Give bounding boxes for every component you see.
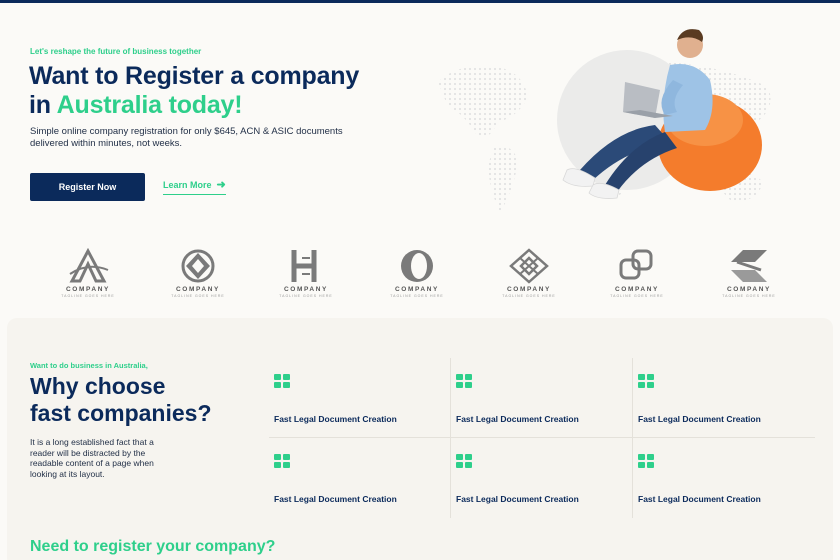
- hero-eyebrow: Let's reshape the future of business tog…: [30, 47, 202, 56]
- partner-logo: COMPANY TAGLINE GOES HERE: [602, 248, 672, 306]
- feature-card[interactable]: Fast Legal Document Creation: [451, 438, 633, 518]
- grid-icon: [274, 454, 290, 468]
- logo-wordmark: COMPANY: [176, 286, 220, 293]
- logo-tagline: TAGLINE GOES HERE: [61, 294, 115, 298]
- features-title-line1: Why choose: [30, 373, 166, 399]
- feature-card[interactable]: Fast Legal Document Creation: [633, 438, 815, 518]
- hero-subtitle: Simple online company registration for o…: [30, 126, 343, 149]
- partner-logo: COMPANY TAGLINE GOES HERE: [271, 248, 341, 306]
- feature-label: Fast Legal Document Creation: [638, 414, 761, 424]
- feature-card[interactable]: Fast Legal Document Creation: [451, 358, 633, 438]
- learn-more-link[interactable]: Learn More ➜: [163, 178, 226, 195]
- arrow-right-icon: ➜: [216, 178, 226, 191]
- chevron-s-logo-icon: [731, 250, 767, 282]
- logo-wordmark: COMPANY: [395, 286, 439, 293]
- man-with-laptop-illustration: [557, 29, 762, 199]
- logo-wordmark: COMPANY: [284, 286, 328, 293]
- feature-card[interactable]: Fast Legal Document Creation: [269, 358, 451, 438]
- logo-tagline: TAGLINE GOES HERE: [171, 294, 225, 298]
- grid-icon: [638, 374, 654, 388]
- feature-label: Fast Legal Document Creation: [638, 494, 761, 504]
- hero-title: Want to Register a company in Australia …: [29, 62, 359, 120]
- hero-title-highlight: Australia today!: [56, 91, 243, 119]
- feature-card[interactable]: Fast Legal Document Creation: [633, 358, 815, 438]
- feature-label: Fast Legal Document Creation: [456, 414, 579, 424]
- lattice-logo-icon: [509, 248, 549, 284]
- hero-title-line1: Want to Register a company: [29, 62, 360, 90]
- feature-label: Fast Legal Document Creation: [274, 494, 397, 504]
- hero-title-prefix: in: [29, 91, 57, 119]
- feature-label: Fast Legal Document Creation: [274, 414, 397, 424]
- diamond-ring-logo-icon: [181, 249, 215, 283]
- logo-tagline: TAGLINE GOES HERE: [279, 294, 333, 298]
- features-body: It is a long established fact that a rea…: [30, 437, 154, 479]
- features-grid: Fast Legal Document Creation Fast Legal …: [269, 358, 815, 518]
- features-eyebrow: Want to do business in Australia,: [30, 361, 148, 370]
- grid-icon: [456, 454, 472, 468]
- logo-wordmark: COMPANY: [507, 286, 551, 293]
- logo-tagline: TAGLINE GOES HERE: [722, 294, 776, 298]
- partner-logo: COMPANY TAGLINE GOES HERE: [494, 248, 564, 306]
- why-choose-section: Want to do business in Australia, Why ch…: [7, 318, 833, 560]
- partner-logo: COMPANY TAGLINE GOES HERE: [163, 248, 233, 306]
- partner-logos-row: COMPANY TAGLINE GOES HERE COMPANY TAGLIN…: [0, 240, 840, 306]
- feature-card[interactable]: Fast Legal Document Creation: [269, 438, 451, 518]
- logo-wordmark: COMPANY: [66, 286, 110, 293]
- logo-tagline: TAGLINE GOES HERE: [502, 294, 556, 298]
- features-title-line2: fast companies?: [30, 400, 212, 426]
- logo-tagline: TAGLINE GOES HERE: [390, 294, 444, 298]
- triangle-logo-icon: [69, 248, 109, 283]
- logo-wordmark: COMPANY: [615, 286, 659, 293]
- learn-more-label: Learn More: [163, 180, 212, 190]
- partner-logo: COMPANY TAGLINE GOES HERE: [53, 248, 123, 306]
- partner-logo: COMPANY TAGLINE GOES HERE: [714, 248, 784, 306]
- features-title: Why choose fast companies?: [30, 373, 212, 427]
- partner-logo: COMPANY TAGLINE GOES HERE: [382, 248, 452, 306]
- logo-wordmark: COMPANY: [727, 286, 771, 293]
- register-now-button[interactable]: Register Now: [30, 173, 145, 201]
- hero-section: Let's reshape the future of business tog…: [0, 0, 840, 235]
- logo-tagline: TAGLINE GOES HERE: [610, 294, 664, 298]
- h-letter-logo-icon: [291, 250, 317, 282]
- grid-icon: [274, 374, 290, 388]
- swirl-logo-icon: [401, 250, 433, 282]
- register-cta-heading: Need to register your company?: [30, 538, 276, 555]
- feature-label: Fast Legal Document Creation: [456, 494, 579, 504]
- grid-icon: [638, 454, 654, 468]
- linked-squares-logo-icon: [619, 249, 653, 280]
- grid-icon: [456, 374, 472, 388]
